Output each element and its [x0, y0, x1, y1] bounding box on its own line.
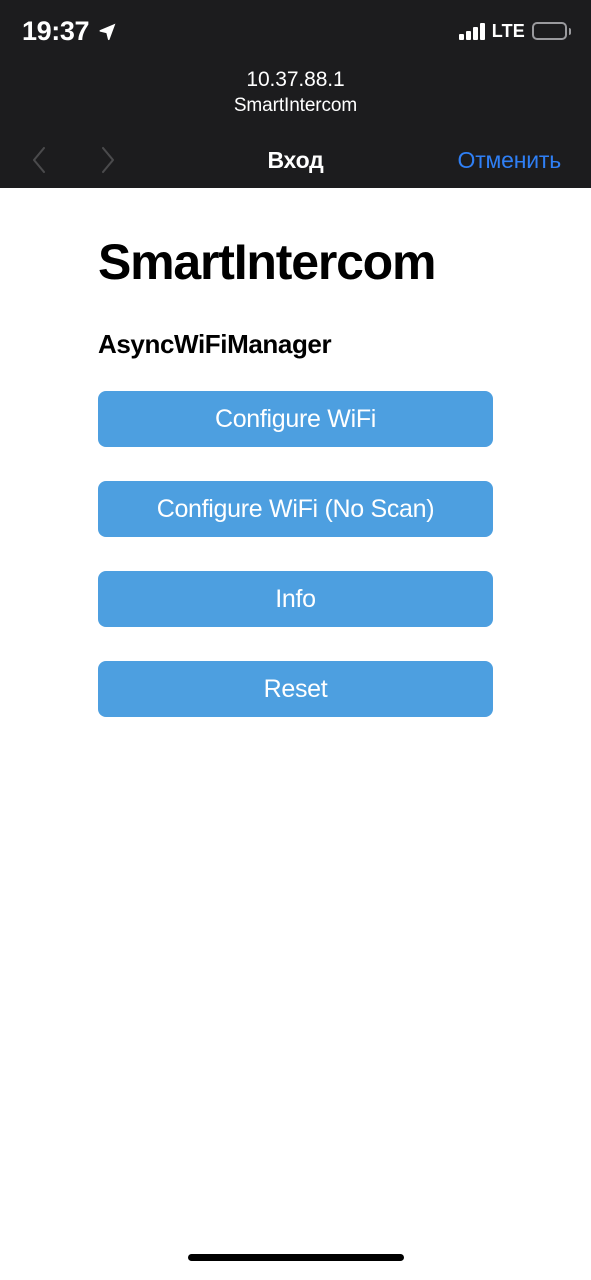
browser-nav-bar: Вход Отменить: [0, 132, 591, 188]
location-arrow-icon: [98, 21, 117, 41]
page-subtitle: AsyncWiFiManager: [98, 329, 332, 359]
cellular-signal-icon: [459, 22, 485, 40]
status-bar-right: LTE: [459, 22, 571, 40]
home-indicator[interactable]: [187, 1254, 404, 1261]
configure-wifi-button[interactable]: Configure WiFi: [98, 391, 493, 447]
status-bar-clock: 19:37: [22, 16, 90, 46]
status-bar-left: 19:37: [22, 16, 117, 46]
battery-icon: [532, 22, 571, 40]
action-button-list: Configure WiFi Configure WiFi (No Scan) …: [98, 391, 493, 717]
phone-screen: 19:37 LTE 10.37.88.1 SmartIntercom Вход …: [0, 0, 591, 1280]
reset-button[interactable]: Reset: [98, 661, 493, 717]
url-bar[interactable]: 10.37.88.1 SmartIntercom: [0, 66, 591, 119]
url-page-title-text: SmartIntercom: [233, 95, 358, 116]
info-button[interactable]: Info: [98, 571, 493, 627]
status-bar: 19:37 LTE: [0, 0, 591, 62]
url-host-text: 10.37.88.1: [246, 68, 345, 91]
configure-wifi-no-scan-button[interactable]: Configure WiFi (No Scan): [98, 481, 493, 537]
browser-chrome: 19:37 LTE 10.37.88.1 SmartIntercom Вход …: [0, 0, 591, 188]
web-page-content: SmartIntercom AsyncWiFiManager Configure…: [0, 188, 591, 1280]
network-type-label: LTE: [491, 21, 525, 41]
cancel-button[interactable]: Отменить: [458, 132, 562, 188]
page-title: SmartIntercom: [98, 234, 436, 290]
